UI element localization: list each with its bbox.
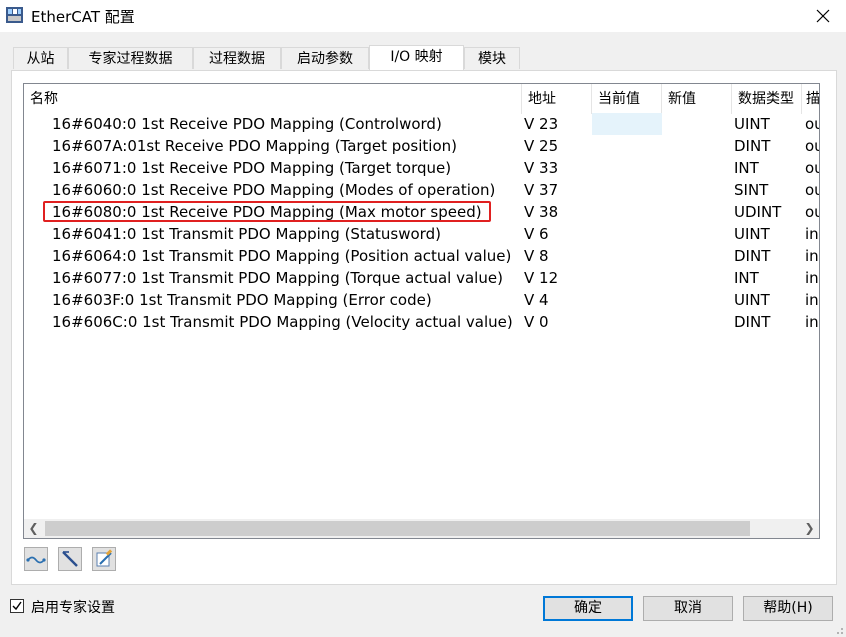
cell-data-type: SINT (734, 181, 769, 199)
column-header-address[interactable]: 地址 (522, 84, 592, 114)
table-row[interactable]: 16#6080:0 1st Receive PDO Mapping (Max m… (24, 201, 819, 223)
io-mapping-table[interactable]: 名称 地址 当前值 新值 数据类型 描 16#6040:0 1st Receiv… (23, 83, 820, 539)
cell-address: V 37 (524, 181, 559, 199)
map-variable-icon (26, 556, 46, 564)
cell-address: V 0 (524, 313, 549, 331)
cell-address: V 6 (524, 225, 549, 243)
table-row[interactable]: 16#607A:01st Receive PDO Mapping (Target… (24, 135, 819, 157)
table-row[interactable]: 16#603F:0 1st Transmit PDO Mapping (Erro… (24, 289, 819, 311)
column-header-name[interactable]: 名称 (24, 84, 522, 114)
column-header-new-value[interactable]: 新值 (662, 84, 732, 114)
cancel-button[interactable]: 取消 (643, 596, 733, 621)
close-button[interactable] (800, 0, 846, 32)
cell-address: V 8 (524, 247, 549, 265)
enable-expert-label[interactable]: 启用专家设置 (31, 597, 115, 617)
cell-name: 16#6060:0 1st Receive PDO Mapping (Modes… (52, 181, 496, 199)
scroll-thumb[interactable] (45, 521, 750, 536)
cell-data-type: UINT (734, 291, 770, 309)
cell-name: 16#6071:0 1st Receive PDO Mapping (Targe… (52, 159, 452, 177)
cell-description: in (805, 313, 819, 331)
cell-description: ou (805, 115, 819, 133)
checkmark-icon (12, 601, 22, 611)
table-row[interactable]: 16#606C:0 1st Transmit PDO Mapping (Velo… (24, 311, 819, 333)
tab-process-data[interactable]: 过程数据 (193, 47, 281, 69)
close-icon (816, 9, 830, 23)
cell-address: V 4 (524, 291, 549, 309)
cell-description: ou (805, 137, 819, 155)
table-row[interactable]: 16#6040:0 1st Receive PDO Mapping (Contr… (24, 113, 819, 135)
cell-current-value[interactable] (592, 113, 662, 135)
cell-name: 16#6080:0 1st Receive PDO Mapping (Max m… (52, 203, 482, 221)
clear-mapping-button[interactable] (58, 547, 82, 571)
table-row[interactable]: 16#6064:0 1st Transmit PDO Mapping (Posi… (24, 245, 819, 267)
edit-mapping-button[interactable] (92, 547, 116, 571)
edit-mapping-icon (96, 549, 113, 567)
cell-description: ou (805, 203, 819, 221)
column-header-current-value[interactable]: 当前值 (592, 84, 662, 114)
cell-address: V 33 (524, 159, 559, 177)
cell-name: 16#606C:0 1st Transmit PDO Mapping (Velo… (52, 313, 513, 331)
horizontal-scrollbar[interactable]: ❮ ❯ (24, 519, 819, 538)
table-row[interactable]: 16#6041:0 1st Transmit PDO Mapping (Stat… (24, 223, 819, 245)
clear-mapping-icon (62, 551, 78, 567)
cell-name: 16#6077:0 1st Transmit PDO Mapping (Torq… (52, 269, 503, 287)
cell-name: 16#603F:0 1st Transmit PDO Mapping (Erro… (52, 291, 432, 309)
cell-address: V 23 (524, 115, 559, 133)
tab-io-mapping[interactable]: I/O 映射 (369, 45, 464, 70)
table-row[interactable]: 16#6060:0 1st Receive PDO Mapping (Modes… (24, 179, 819, 201)
cell-data-type: INT (734, 159, 759, 177)
table-row[interactable]: 16#6077:0 1st Transmit PDO Mapping (Torq… (24, 267, 819, 289)
cell-data-type: DINT (734, 137, 771, 155)
tab-expert-process-data[interactable]: 专家过程数据 (68, 47, 193, 69)
cell-description: in (805, 225, 819, 243)
cell-name: 16#6041:0 1st Transmit PDO Mapping (Stat… (52, 225, 441, 243)
cell-name: 16#607A:01st Receive PDO Mapping (Target… (52, 137, 457, 155)
cell-address: V 38 (524, 203, 559, 221)
table-row[interactable]: 16#6071:0 1st Receive PDO Mapping (Targe… (24, 157, 819, 179)
cell-data-type: UINT (734, 115, 770, 133)
tab-modules[interactable]: 模块 (464, 47, 520, 69)
cell-data-type: DINT (734, 247, 771, 265)
title-bar: EtherCAT 配置 (0, 0, 846, 32)
cell-address: V 12 (524, 269, 559, 287)
scroll-left-icon[interactable]: ❮ (24, 519, 43, 538)
cell-data-type: UINT (734, 225, 770, 243)
scroll-right-icon[interactable]: ❯ (800, 519, 819, 538)
enable-expert-checkbox[interactable] (10, 599, 24, 613)
ok-button[interactable]: 确定 (543, 596, 633, 621)
column-header-data-type[interactable]: 数据类型 (732, 84, 802, 114)
cell-description: in (805, 269, 819, 287)
tab-startup-params[interactable]: 启动参数 (281, 47, 369, 69)
cell-description: in (805, 247, 819, 265)
resize-grip-icon[interactable] (834, 625, 844, 635)
cell-name: 16#6064:0 1st Transmit PDO Mapping (Posi… (52, 247, 512, 265)
window-title: EtherCAT 配置 (31, 8, 135, 26)
column-header-description[interactable]: 描 (802, 84, 819, 114)
cell-description: ou (805, 159, 819, 177)
ethercat-config-dialog: EtherCAT 配置 从站 专家过程数据 过程数据 启动参数 I/O 映射 模… (0, 0, 846, 637)
cell-data-type: UDINT (734, 203, 782, 221)
ethercat-config-icon (6, 7, 23, 23)
help-button[interactable]: 帮助(H) (743, 596, 833, 621)
cell-name: 16#6040:0 1st Receive PDO Mapping (Contr… (52, 115, 442, 133)
cell-address: V 25 (524, 137, 559, 155)
tab-slave[interactable]: 从站 (13, 47, 68, 69)
cell-data-type: INT (734, 269, 759, 287)
map-variable-button[interactable] (24, 547, 48, 571)
cell-description: in (805, 291, 819, 309)
cell-data-type: DINT (734, 313, 771, 331)
cell-description: ou (805, 181, 819, 199)
